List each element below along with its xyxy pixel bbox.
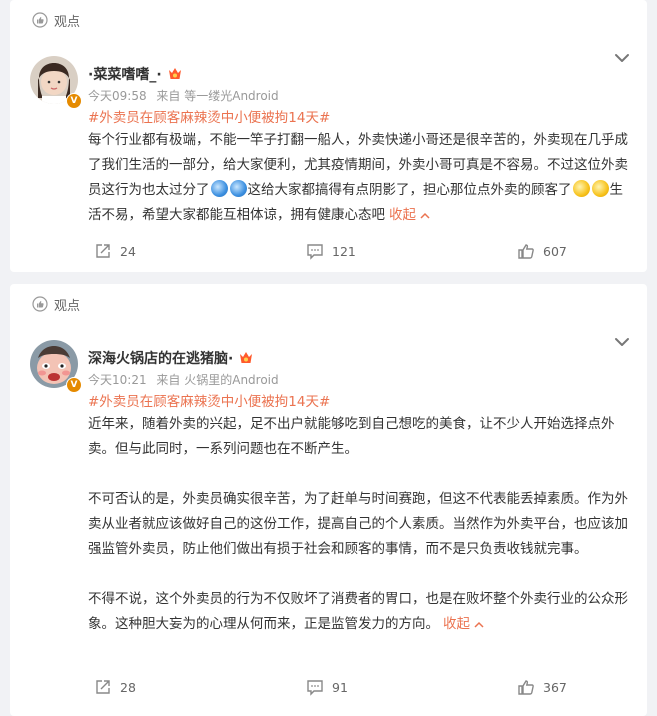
- vip-icon: [240, 352, 253, 363]
- thumbs-up-circle-icon: [32, 12, 48, 28]
- post-text: 近年来，随着外卖的兴起，足不出户就能够吃到自己想吃的美食，让不少人开始选择点外卖…: [88, 412, 633, 637]
- vip-icon: [168, 68, 181, 79]
- emoji-icon: [210, 180, 228, 197]
- text-part: 这给大家都搞得有点阴影了，担心那位点外卖的顾客了: [247, 182, 572, 198]
- share-icon: [96, 680, 110, 694]
- username-text[interactable]: ·菜菜嗜嗜_·: [88, 64, 162, 84]
- emoji-icon: [572, 180, 590, 197]
- comment-count: 121: [332, 243, 356, 259]
- post-tag: 观点: [32, 10, 80, 30]
- paragraph: 近年来，随着外卖的兴起，足不出户就能够吃到自己想吃的美食，让不少人开始选择点外卖…: [88, 416, 615, 457]
- verified-badge: V: [66, 377, 82, 393]
- tag-label: 观点: [54, 298, 81, 314]
- collapse-link[interactable]: 收起: [443, 616, 484, 632]
- comment-button[interactable]: 121: [306, 242, 356, 260]
- collapse-link[interactable]: 收起: [389, 207, 430, 223]
- post-source: 来自 火锅里的Android: [156, 373, 279, 387]
- like-icon: [518, 244, 534, 259]
- post-time[interactable]: 今天10:21: [88, 373, 147, 387]
- topic-link[interactable]: #外卖员在顾客麻辣烫中小便被拘14天#: [88, 106, 330, 126]
- thumbs-up-circle-icon: [32, 296, 48, 312]
- username[interactable]: 深海火锅店的在逃猪脑·: [88, 348, 254, 368]
- comment-count: 91: [332, 679, 348, 695]
- post-time[interactable]: 今天09:58: [88, 89, 147, 103]
- chevron-up-icon: [420, 212, 430, 219]
- post-card: 观点 V 深海火锅店的在逃猪脑· 今天10:21 来自 火锅里的Android …: [10, 284, 647, 716]
- topic-link[interactable]: #外卖员在顾客麻辣烫中小便被拘14天#: [88, 390, 330, 410]
- paragraph: 不得不说，这个外卖员的行为不仅败坏了消费者的胃口，也是在败坏整个外卖行业的公众形…: [88, 587, 633, 637]
- chevron-up-icon: [474, 621, 484, 628]
- action-bar: 24 121 607: [10, 242, 647, 266]
- comment-icon: [307, 680, 323, 696]
- comment-icon: [307, 244, 323, 260]
- like-button[interactable]: 607: [517, 242, 567, 260]
- emoji-icon: [229, 180, 247, 197]
- like-icon: [518, 680, 534, 695]
- share-count: 24: [120, 243, 136, 259]
- post-meta: 今天09:58 来自 等一缕光Android: [88, 87, 285, 104]
- verified-badge: V: [66, 93, 82, 109]
- like-count: 607: [543, 243, 567, 259]
- comment-button[interactable]: 91: [306, 678, 348, 696]
- share-button[interactable]: 24: [94, 242, 136, 260]
- post-text: 每个行业都有极端，不能一竿子打翻一船人，外卖快递小哥还是很辛苦的，外卖现在几乎成…: [88, 128, 633, 228]
- post-source: 来自 等一缕光Android: [156, 89, 279, 103]
- share-icon: [96, 244, 110, 258]
- paragraph-text: 不得不说，这个外卖员的行为不仅败坏了消费者的胃口，也是在败坏整个外卖行业的公众形…: [88, 591, 628, 632]
- post-meta: 今天10:21 来自 火锅里的Android: [88, 371, 285, 388]
- action-bar: 28 91 367: [10, 678, 647, 702]
- post-card: 观点 V ·菜菜嗜嗜_· 今天09:58 来自 等一缕光Android #外卖员…: [10, 0, 647, 272]
- tag-label: 观点: [54, 14, 81, 30]
- share-button[interactable]: 28: [94, 678, 136, 696]
- emoji-icon: [591, 180, 609, 197]
- username[interactable]: ·菜菜嗜嗜_·: [88, 64, 183, 84]
- like-button[interactable]: 367: [517, 678, 567, 696]
- chevron-down-icon[interactable]: [613, 336, 631, 348]
- paragraph: 不可否认的是，外卖员确实很辛苦，为了赶单与时间赛跑，但这不代表能丢掉素质。作为外…: [88, 491, 628, 557]
- post-tag: 观点: [32, 294, 80, 314]
- chevron-down-icon[interactable]: [613, 52, 631, 64]
- username-text[interactable]: 深海火锅店的在逃猪脑·: [88, 348, 233, 368]
- share-count: 28: [120, 679, 136, 695]
- like-count: 367: [543, 679, 567, 695]
